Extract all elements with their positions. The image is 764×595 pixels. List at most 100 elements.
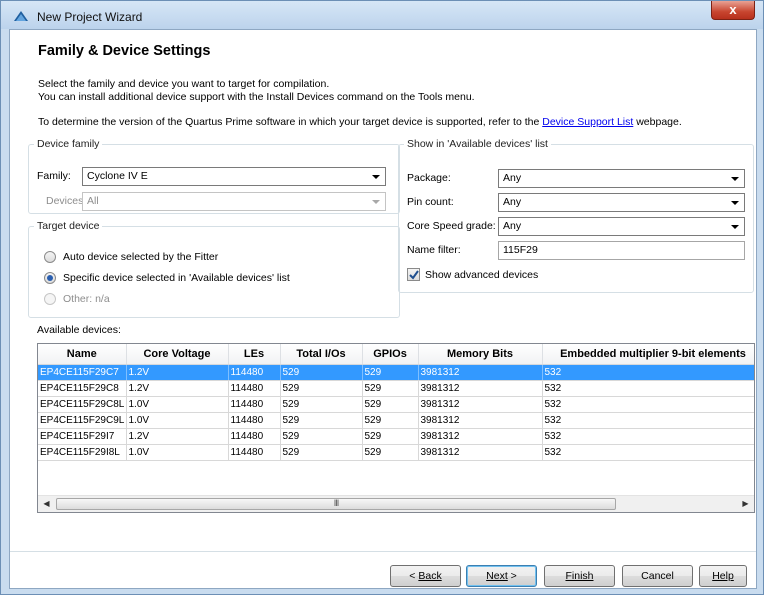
table-cell: 529 xyxy=(362,412,419,429)
table-row[interactable]: EP4CE115F29C81.2V11448052952939813125324 xyxy=(38,380,754,397)
scroll-grip: III xyxy=(333,498,339,508)
description-line-1: Select the family and device you want to… xyxy=(38,78,330,90)
table-cell: 1.0V xyxy=(126,396,229,413)
table-cell: 114480 xyxy=(228,428,281,445)
horizontal-scrollbar[interactable]: ◀ III ▶ xyxy=(38,495,754,512)
scroll-thumb[interactable]: III xyxy=(56,498,616,510)
chevron-down-icon xyxy=(372,175,380,179)
specific-device-label[interactable]: Specific device selected in 'Available d… xyxy=(63,272,290,284)
table-cell: 532 xyxy=(542,444,754,461)
button-separator xyxy=(10,551,756,552)
table-cell: 529 xyxy=(362,380,419,397)
table-cell: 532 xyxy=(542,380,754,397)
table-cell: 114480 xyxy=(228,412,281,429)
chevron-down-icon xyxy=(731,225,739,229)
table-cell: 3981312 xyxy=(418,444,543,461)
show-advanced-label[interactable]: Show advanced devices xyxy=(425,269,538,281)
table-cell: 532 xyxy=(542,396,754,413)
table-cell: 3981312 xyxy=(418,396,543,413)
table-cell: 529 xyxy=(280,428,363,445)
table-cell: 529 xyxy=(280,396,363,413)
device-support-list-link[interactable]: Device Support List xyxy=(542,116,633,128)
column-header[interactable]: Embedded multiplier 9-bit elements xyxy=(542,344,754,365)
next-button[interactable]: Next > xyxy=(466,565,537,587)
available-devices-label: Available devices: xyxy=(37,324,121,336)
table-cell: 529 xyxy=(362,428,419,445)
table-cell: 1.2V xyxy=(126,380,229,397)
package-label: Package: xyxy=(407,172,451,184)
table-row[interactable]: EP4CE115F29C8L 1.0V 114480 529 529 3981312 532… xyxy=(38,396,754,413)
table-cell: 3981312 xyxy=(418,364,543,381)
table-cell: 532 xyxy=(542,412,754,429)
table-cell: 529 xyxy=(362,396,419,413)
available-devices-table[interactable]: Name Core Voltage LEs Total I/Os GPIOs Memory… xyxy=(37,343,755,513)
table-cell: 1.0V xyxy=(126,412,229,429)
auto-device-radio[interactable] xyxy=(44,251,56,263)
table-row[interactable]: EP4CE115F29I8L 1.0V 114480 529 529 3981312 532… xyxy=(38,444,754,461)
table-cell: EP4CE115F29C8L xyxy=(38,396,127,413)
chevron-down-icon xyxy=(372,200,380,204)
other-device-label: Other: n/a xyxy=(63,293,110,305)
speed-grade-label: Core Speed grade: xyxy=(407,220,496,232)
table-cell: 532 xyxy=(542,364,754,381)
column-header[interactable]: GPIOs xyxy=(362,344,419,365)
description-line-3-prefix: To determine the version of the Quartus … xyxy=(38,116,543,128)
table-cell: EP4CE115F29C7 xyxy=(38,364,127,381)
speed-grade-value: Any xyxy=(503,220,522,232)
column-header[interactable]: Total I/Os xyxy=(280,344,363,365)
new-project-wizard-window: New Project Wizard x Family & Device Set… xyxy=(0,0,764,595)
table-row[interactable]: EP4CE115F29I71.2V11448052952939813125324 xyxy=(38,428,754,445)
scroll-right-icon[interactable]: ▶ xyxy=(737,496,754,512)
finish-button[interactable]: Finish xyxy=(544,565,615,587)
table-cell: 3981312 xyxy=(418,412,543,429)
table-row[interactable]: EP4CE115F29C9L 1.0V 114480 529 529 3981312 532… xyxy=(38,412,754,429)
column-header[interactable]: Name xyxy=(38,344,127,365)
specific-device-radio[interactable] xyxy=(44,272,56,284)
pin-count-label: Pin count: xyxy=(407,196,454,208)
speed-grade-dropdown[interactable]: Any xyxy=(498,217,745,236)
table-cell: 529 xyxy=(280,444,363,461)
checkmark-icon xyxy=(409,270,419,280)
quartus-app-icon xyxy=(14,11,28,21)
table-cell: 1.2V xyxy=(126,364,229,381)
description-line-2: You can install additional device suppor… xyxy=(38,91,475,103)
column-header[interactable]: LEs xyxy=(228,344,281,365)
other-device-radio[interactable] xyxy=(44,293,56,305)
close-icon: x xyxy=(729,2,737,17)
close-button[interactable]: x xyxy=(711,1,755,20)
back-button[interactable]: < Back xyxy=(390,565,461,587)
table-cell: 529 xyxy=(362,444,419,461)
auto-device-label[interactable]: Auto device selected by the Fitter xyxy=(63,251,218,263)
scroll-left-icon[interactable]: ◀ xyxy=(38,496,55,512)
devices-dropdown[interactable]: All xyxy=(82,192,386,211)
table-cell: 114480 xyxy=(228,380,281,397)
title-bar[interactable]: New Project Wizard x xyxy=(1,1,763,29)
target-device-legend: Target device xyxy=(37,220,100,232)
show-advanced-checkbox[interactable] xyxy=(407,268,420,281)
table-cell: 3981312 xyxy=(418,428,543,445)
table-row[interactable]: EP4CE115F29C71.2V11448052952939813125324 xyxy=(38,364,754,381)
table-cell: 529 xyxy=(280,412,363,429)
help-button[interactable]: Help xyxy=(699,565,747,587)
table-cell: EP4CE115F29C8 xyxy=(38,380,127,397)
family-dropdown[interactable]: Cyclone IV E xyxy=(82,167,386,186)
description-line-3-suffix: webpage. xyxy=(633,116,682,128)
show-in-list-legend: Show in 'Available devices' list xyxy=(407,138,548,150)
column-header[interactable]: Core Voltage xyxy=(126,344,229,365)
name-filter-label: Name filter: xyxy=(407,244,461,256)
table-cell: EP4CE115F29I7 xyxy=(38,428,127,445)
name-filter-input[interactable]: 115F29 xyxy=(498,241,745,260)
pin-count-dropdown[interactable]: Any xyxy=(498,193,745,212)
table-cell: 3981312 xyxy=(418,380,543,397)
table-cell: EP4CE115F29C9L xyxy=(38,412,127,429)
chevron-down-icon xyxy=(731,177,739,181)
package-dropdown[interactable]: Any xyxy=(498,169,745,188)
table-cell: 1.0V xyxy=(126,444,229,461)
table-cell: 529 xyxy=(280,364,363,381)
family-label: Family: xyxy=(37,170,71,182)
table-cell: 1.2V xyxy=(126,428,229,445)
wizard-page: Family & Device Settings Select the fami… xyxy=(9,29,757,589)
cancel-button[interactable]: Cancel xyxy=(622,565,693,587)
pin-count-value: Any xyxy=(503,196,522,208)
column-header[interactable]: Memory Bits xyxy=(418,344,543,365)
